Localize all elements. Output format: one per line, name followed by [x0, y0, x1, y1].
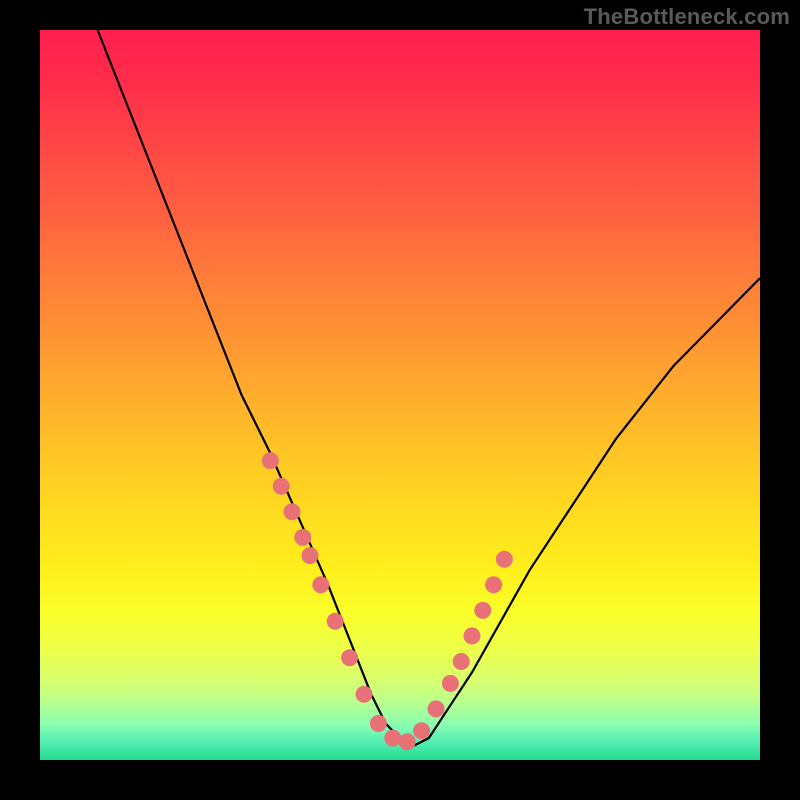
plot-area	[40, 30, 760, 760]
highlight-dot	[341, 649, 358, 666]
bottleneck-curve-path	[98, 30, 760, 745]
chart-frame: TheBottleneck.com	[0, 0, 800, 800]
highlight-dot	[302, 547, 319, 564]
highlight-dot	[485, 576, 502, 593]
highlight-dot	[428, 700, 445, 717]
highlight-dot	[312, 576, 329, 593]
highlight-dot	[399, 733, 416, 750]
highlight-dot	[356, 686, 373, 703]
highlight-dot	[496, 551, 513, 568]
highlight-dot	[442, 675, 459, 692]
watermark-text: TheBottleneck.com	[584, 4, 790, 30]
highlight-dot	[262, 452, 279, 469]
highlight-dot	[413, 722, 430, 739]
highlight-dot	[384, 730, 401, 747]
highlight-dot	[273, 478, 290, 495]
highlight-dot	[370, 715, 387, 732]
highlight-dot	[294, 529, 311, 546]
highlight-dot	[453, 653, 470, 670]
curve-svg	[40, 30, 760, 760]
highlight-dot	[284, 503, 301, 520]
highlight-dots-group	[262, 452, 513, 750]
highlight-dot	[327, 613, 344, 630]
highlight-dot	[474, 602, 491, 619]
highlight-dot	[464, 627, 481, 644]
